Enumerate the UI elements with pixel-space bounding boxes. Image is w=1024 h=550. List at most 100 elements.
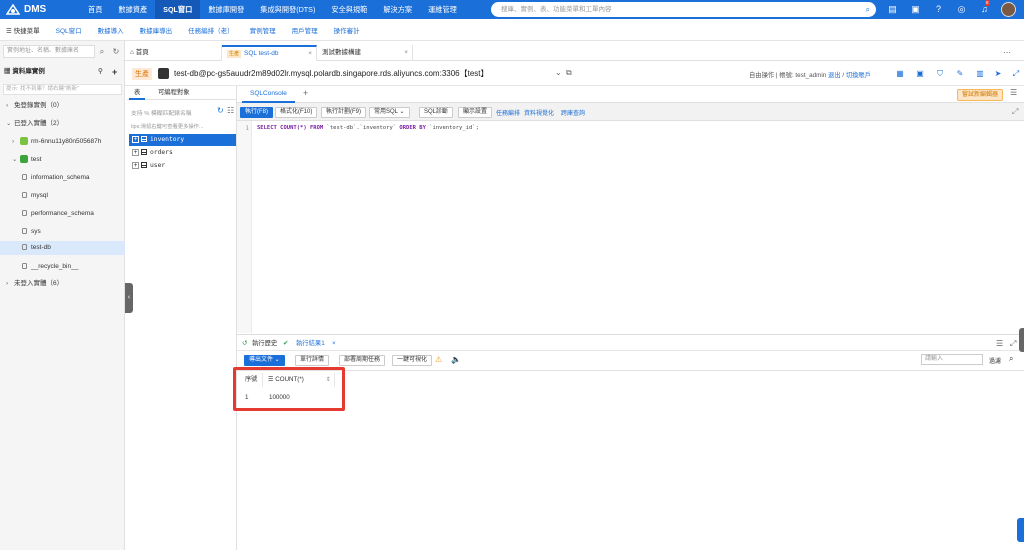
tab-sql-test-db[interactable]: 生產 SQL test-db × [222, 45, 317, 61]
expand-icon[interactable]: ⤢ [1012, 107, 1018, 117]
tab-test-data-build[interactable]: 測試數據構建 × [317, 45, 413, 61]
display-settings-button[interactable]: 顯示設置 [458, 107, 493, 118]
deploy-periodic-task-button[interactable]: 部署周期任務 [339, 355, 386, 366]
expand-icon[interactable]: + [132, 148, 139, 156]
one-click-visualization-button[interactable]: 一鍵可視化 [392, 355, 433, 366]
copy-icon[interactable]: ⧉ [566, 68, 572, 78]
nav-ops[interactable]: 運維管理 [420, 0, 465, 19]
close-icon[interactable]: × [332, 338, 336, 349]
quick-link-user-management[interactable]: 用戶管理 [284, 25, 326, 35]
table-item-orders[interactable]: + orders [129, 147, 236, 159]
nav-db-development[interactable]: 數據庫開發 [200, 0, 252, 19]
fullscreen-icon[interactable]: ⤢ [1010, 338, 1016, 349]
edit-icon[interactable]: ✎ [955, 69, 965, 79]
grid-icon[interactable]: ☷ [227, 106, 234, 115]
instance-search-input[interactable]: 實例地址、名稱、數據庫名 [3, 45, 95, 58]
save-icon[interactable]: ▣ [915, 69, 925, 79]
tree-node-db-sys[interactable]: sys [0, 225, 125, 239]
try-new-editor-button[interactable]: 嘗試新編輯器 [957, 89, 1004, 101]
quick-link-operation-audit[interactable]: 操作審計 [326, 25, 368, 35]
search-icon[interactable]: ⌕ [96, 45, 108, 58]
refresh-icon[interactable]: ↻ [110, 45, 122, 58]
menu-icon[interactable]: ☰ [996, 338, 1003, 349]
table-item-inventory[interactable]: + inventory [129, 134, 236, 146]
close-icon[interactable]: × [308, 47, 312, 60]
logout-link[interactable]: 退出 [828, 72, 841, 79]
globe-icon[interactable]: ◎ [955, 3, 968, 16]
execution-plan-button[interactable]: 執行計劃(F9) [321, 107, 366, 118]
switch-account-link[interactable]: 切換賬戶 [846, 72, 871, 79]
refresh-icon[interactable]: ↻ [217, 106, 224, 115]
nav-solutions[interactable]: 解決方案 [375, 0, 420, 19]
tree-node-db-test-db[interactable]: test-db [0, 241, 125, 255]
sql-editor[interactable]: 1 SELECT COUNT(*) FROM `test-db`.`invent… [237, 121, 1024, 333]
data-visualization-link[interactable]: 資料視覺化 [524, 108, 554, 117]
more-tabs-icon[interactable]: ⋯ [1003, 48, 1011, 57]
notes-icon[interactable]: ▤ [886, 3, 899, 16]
export-file-button[interactable]: 導出文件 ⌄ [244, 355, 285, 366]
tree-node-logged-in[interactable]: ⌄ 已登入實體（2） [0, 117, 125, 131]
tree-node-rds-instance[interactable]: › rm-6nnu11y80n505687h [0, 135, 125, 149]
quick-menu-toggle[interactable]: ☰ 快捷菜單 [0, 25, 48, 35]
chevron-right-icon: › [6, 280, 9, 287]
global-search-input[interactable]: 搜庫、實例、表、功能菜單和工單內容 ⌕ [491, 2, 876, 17]
help-icon[interactable]: ? [932, 3, 945, 16]
task-orchestration-link[interactable]: 任務編排 [496, 108, 520, 117]
dms-logo[interactable]: DMS [0, 3, 80, 16]
search-icon[interactable]: ⌕ [866, 2, 870, 17]
quick-link-instance-management[interactable]: 實例管理 [242, 25, 284, 35]
sql-diagnose-button[interactable]: SQL診斷 [419, 107, 454, 118]
tab-tables[interactable]: 表 [129, 86, 146, 100]
tree-node-db-information-schema[interactable]: information_schema [0, 171, 125, 185]
quick-link-sql-window[interactable]: SQL窗口 [48, 25, 90, 35]
table-search-input[interactable]: 支持 % 模糊匹配錶名稱 [131, 108, 221, 119]
format-button[interactable]: 格式化(F10) [275, 107, 318, 118]
table-item-user[interactable]: + user [129, 160, 236, 172]
quick-link-data-import[interactable]: 數據導入 [90, 25, 132, 35]
tree-node-db-performance-schema[interactable]: performance_schema [0, 207, 125, 221]
row-detail-button[interactable]: 單行詳情 [295, 355, 330, 366]
tab-programmable-objects[interactable]: 可編程對象 [153, 86, 194, 100]
add-instance-icon[interactable]: + [112, 65, 117, 79]
shield-icon[interactable]: ⛉ [935, 69, 945, 79]
tab-execution-result[interactable]: 執行結果1 [296, 338, 325, 349]
close-icon[interactable]: × [404, 45, 408, 61]
fullscreen-icon[interactable]: ⤢ [1011, 69, 1021, 79]
tree-node-db-recycle-bin[interactable]: __recycle_bin__ [0, 260, 125, 274]
tab-execution-history[interactable]: 執行歷史 [252, 338, 277, 349]
tree-node-not-logged-in[interactable]: › 未登入實體（6） [0, 277, 125, 291]
tab-home[interactable]: ⌂ 首頁 [125, 45, 222, 61]
tree-node-db-mysql[interactable]: mysql [0, 189, 125, 203]
expand-icon[interactable]: + [132, 161, 139, 169]
send-icon[interactable]: ➤ [993, 69, 1003, 79]
nav-security[interactable]: 安全與規範 [323, 0, 375, 19]
nav-dts[interactable]: 集成與開發(DTS) [252, 0, 323, 19]
nav-sql-window[interactable]: SQL窗口 [155, 0, 201, 19]
menu-icon[interactable]: ☰ [1010, 88, 1017, 97]
filter-icon[interactable]: ⚲ [98, 65, 103, 79]
document-icon[interactable]: ▣ [909, 3, 922, 16]
result-filter-input[interactable]: 請輸入 [921, 354, 983, 365]
tree-node-test-instance[interactable]: ⌄ test [0, 153, 125, 167]
search-icon[interactable]: ⌕ [1009, 354, 1013, 364]
expand-icon[interactable]: + [132, 135, 139, 143]
cross-db-query-link[interactable]: 跨庫查詢 [561, 108, 585, 117]
quick-link-task-orchestration[interactable]: 任務編排（老） [180, 25, 242, 35]
side-handle[interactable] [1019, 328, 1024, 352]
execute-button[interactable]: 執行(F8) [240, 107, 273, 118]
quick-menu-label: 快捷菜單 [13, 27, 40, 35]
user-avatar[interactable] [1001, 2, 1016, 17]
table-icon[interactable]: ▦ [895, 69, 905, 79]
warning-icon[interactable]: ⚠ [435, 355, 442, 364]
add-console-icon[interactable]: + [303, 88, 308, 98]
common-sql-button[interactable]: 常用SQL ⌄ [369, 107, 410, 118]
quick-link-db-export[interactable]: 數據庫導出 [132, 25, 181, 35]
side-assistant-tab[interactable] [1017, 518, 1024, 542]
nav-data-assets[interactable]: 數據資產 [110, 0, 155, 19]
tree-node-login-free[interactable]: › 免登錄實例（0） [0, 99, 125, 113]
tab-sqlconsole[interactable]: SQLConsole [242, 86, 295, 103]
nav-home[interactable]: 首頁 [80, 0, 110, 19]
sound-icon[interactable]: 🔈 [451, 355, 461, 364]
chart-icon[interactable]: ▥ [975, 69, 985, 79]
chevron-down-icon[interactable]: ⌄ [555, 68, 562, 77]
